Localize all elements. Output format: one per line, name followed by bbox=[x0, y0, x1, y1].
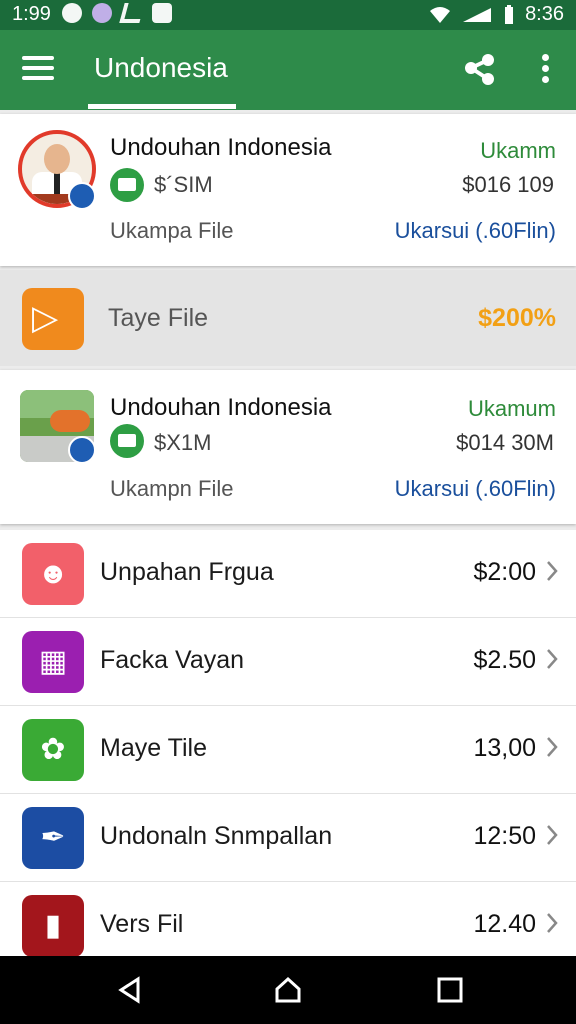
card-subtitle: $X1M bbox=[154, 430, 212, 455]
verified-icon bbox=[68, 182, 96, 210]
door-icon: ▮ bbox=[22, 895, 84, 956]
list-item-label: Vers Fil bbox=[100, 910, 184, 938]
menu-icon[interactable] bbox=[22, 56, 54, 82]
card-amount: $014 30M bbox=[456, 430, 554, 455]
notification-icons bbox=[62, 3, 172, 23]
list-item-label: Facka Vayan bbox=[100, 646, 245, 674]
card-subtitle: $´SIM bbox=[154, 172, 213, 197]
list-item[interactable]: ☻ Unpahan Frgua $2:00 bbox=[0, 530, 576, 618]
card-file: Ukampa File bbox=[110, 218, 234, 243]
summary-percent: $200% bbox=[478, 304, 556, 332]
signal-icon bbox=[463, 7, 492, 22]
leaf-icon: ✿ bbox=[22, 719, 84, 781]
card-file: Ukampn File bbox=[110, 476, 234, 501]
chevron-right-icon bbox=[547, 737, 558, 757]
check-icon bbox=[119, 3, 145, 23]
home-icon[interactable] bbox=[274, 976, 302, 1004]
file-summary-row[interactable]: Taye File $200% bbox=[0, 270, 576, 366]
list-item[interactable]: ▮ Vers Fil 12.40 bbox=[0, 882, 576, 956]
recents-icon[interactable] bbox=[436, 976, 464, 1004]
chart-icon: ▦ bbox=[22, 631, 84, 693]
card-title: Undouhan Indonesia bbox=[110, 394, 332, 421]
play-icon bbox=[22, 288, 84, 350]
list-item[interactable]: ✿ Maye Tile 13,00 bbox=[0, 706, 576, 794]
tab-indicator bbox=[88, 104, 236, 109]
app-bar: Undonesia bbox=[0, 30, 576, 110]
chevron-right-icon bbox=[547, 913, 558, 933]
card-status: Ukamum bbox=[467, 396, 556, 421]
verified-icon bbox=[68, 436, 96, 464]
list-item-value: $2:00 bbox=[473, 558, 536, 586]
list-item-value: $2.50 bbox=[473, 646, 536, 674]
navigation-bar bbox=[0, 956, 576, 1024]
status-time-left: 1:99 bbox=[12, 3, 51, 25]
list-item-value: 13,00 bbox=[473, 734, 536, 762]
app-title: Undonesia bbox=[94, 52, 228, 83]
person-icon: ☻ bbox=[22, 543, 84, 605]
flower-icon bbox=[92, 3, 112, 23]
card-link[interactable]: Ukarsui (.60Flin) bbox=[395, 476, 556, 502]
wifi-icon bbox=[430, 6, 451, 23]
card-title: Undouhan Indonesia bbox=[110, 134, 332, 161]
chevron-right-icon bbox=[547, 825, 558, 845]
list-item-value: 12.40 bbox=[473, 910, 536, 938]
sync-icon bbox=[62, 3, 82, 23]
file-list: ☻ Unpahan Frgua $2:00 ▦ Facka Vayan $2.5… bbox=[0, 530, 576, 956]
list-item[interactable]: ✒ Undonaln Snmpallan 12:50 bbox=[0, 794, 576, 882]
list-item-label: Unpahan Frgua bbox=[100, 558, 274, 586]
summary-label: Taye File bbox=[108, 304, 209, 332]
chevron-right-icon bbox=[547, 649, 558, 669]
image-icon bbox=[152, 3, 172, 23]
card-status: Ukamm bbox=[480, 138, 556, 163]
share-icon[interactable] bbox=[462, 52, 498, 88]
list-item-label: Maye Tile bbox=[100, 734, 207, 762]
pen-icon: ✒ bbox=[22, 807, 84, 869]
list-item-value: 12:50 bbox=[473, 822, 536, 850]
list-item-label: Undonaln Snmpallan bbox=[100, 822, 333, 850]
mail-icon bbox=[110, 424, 144, 458]
list-item[interactable]: ▦ Facka Vayan $2.50 bbox=[0, 618, 576, 706]
card-link[interactable]: Ukarsui (.60Flin) bbox=[395, 218, 556, 244]
status-time-right: 8:36 bbox=[525, 3, 564, 25]
back-icon[interactable] bbox=[116, 976, 144, 1004]
card-amount: $016 109 bbox=[462, 172, 554, 197]
status-bar: 1:99 8:36 bbox=[0, 0, 576, 30]
mail-icon bbox=[110, 168, 144, 202]
more-options-icon[interactable] bbox=[536, 54, 554, 86]
chevron-right-icon bbox=[547, 561, 558, 581]
battery-icon bbox=[505, 4, 514, 24]
